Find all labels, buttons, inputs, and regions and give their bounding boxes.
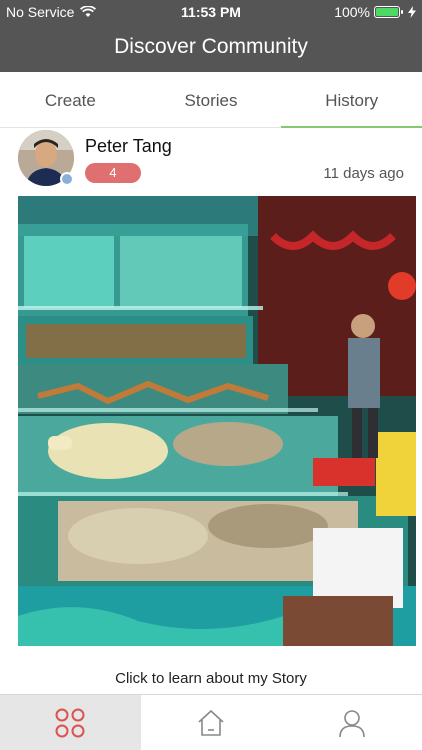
bottom-tab-discover[interactable] bbox=[0, 695, 141, 750]
post-photo[interactable] bbox=[18, 196, 416, 646]
battery-percent: 100% bbox=[334, 4, 370, 20]
tab-stories[interactable]: Stories bbox=[141, 72, 282, 127]
grid-circles-icon bbox=[55, 708, 85, 737]
tab-history[interactable]: History bbox=[281, 72, 422, 128]
post-header: Peter Tang 4 11 days ago bbox=[0, 128, 422, 194]
battery-icon bbox=[374, 6, 403, 18]
bottom-tab-profile[interactable] bbox=[281, 695, 422, 750]
verified-badge-icon bbox=[60, 172, 74, 186]
status-bar: No Service 11:53 PM 100% bbox=[0, 0, 422, 24]
bottom-tab-bar bbox=[0, 694, 422, 750]
battery-level bbox=[376, 8, 398, 16]
count-badge: 4 bbox=[85, 163, 141, 183]
story-link[interactable]: Click to learn about my Story bbox=[0, 670, 422, 687]
home-icon bbox=[198, 709, 224, 736]
author-name[interactable]: Peter Tang bbox=[85, 136, 172, 157]
post-timestamp: 11 days ago bbox=[323, 165, 404, 182]
charging-icon bbox=[408, 6, 416, 18]
seafood-market-image bbox=[18, 196, 416, 646]
nav-bar: Discover Community bbox=[0, 24, 422, 72]
tab-create[interactable]: Create bbox=[0, 72, 141, 127]
bottom-tab-home[interactable] bbox=[141, 695, 282, 750]
tab-bar: Create Stories History bbox=[0, 72, 422, 128]
page-title: Discover Community bbox=[114, 35, 308, 58]
profile-icon bbox=[338, 709, 365, 737]
